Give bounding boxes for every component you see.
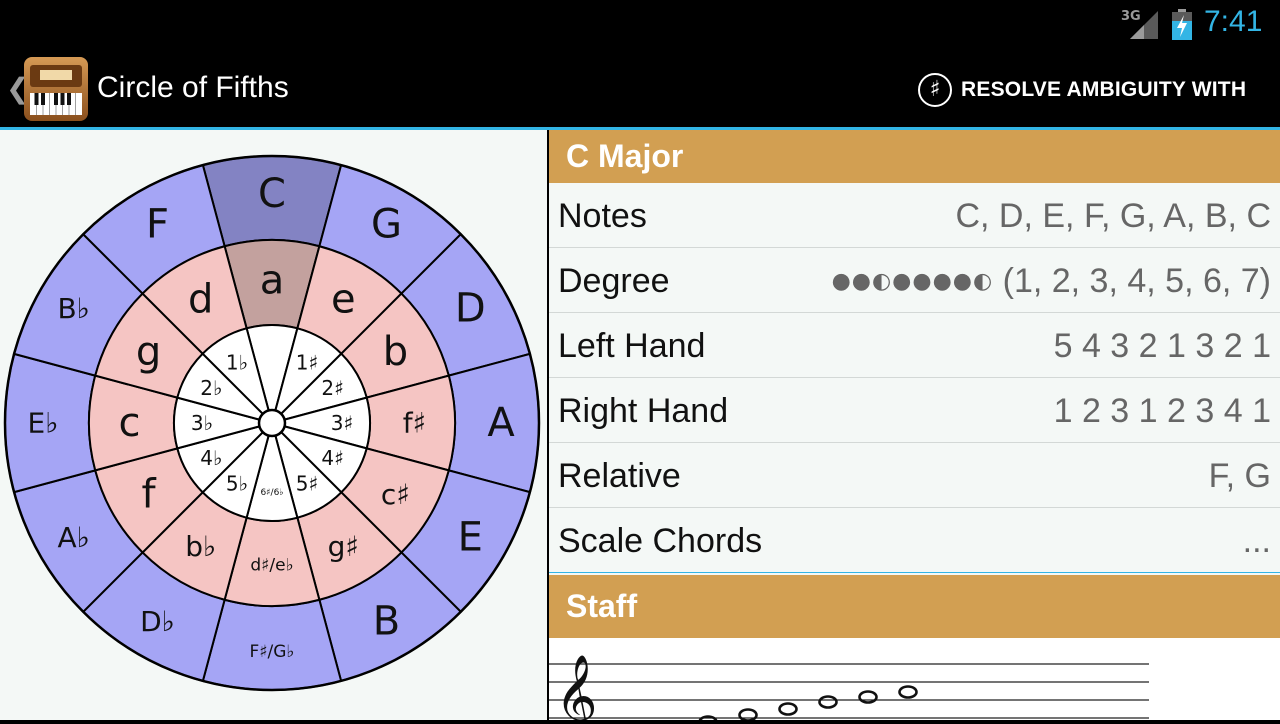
key-signature-label: 1♯	[296, 350, 318, 374]
relative-label: Relative	[558, 457, 681, 495]
staff-view: 𝄞	[549, 638, 1280, 724]
scale-chords-value: ...	[1242, 522, 1271, 560]
inner-key-label: f♯	[403, 407, 426, 440]
scale-chords-label: Scale Chords	[558, 522, 763, 560]
inner-key-label: g	[136, 329, 161, 375]
inner-key-label: c	[119, 400, 141, 446]
inner-key-label: d	[188, 277, 213, 323]
outer-key-label: F	[146, 202, 169, 248]
app-piano-icon[interactable]	[24, 57, 88, 121]
inner-key-label: b♭	[185, 530, 216, 563]
inner-key-label: d♯/e♭	[250, 556, 293, 576]
key-details-panel: C Major Notes C, D, E, F, G, A, B, C Deg…	[549, 130, 1280, 724]
signal-icon	[1130, 11, 1158, 39]
outer-key-label: D♭	[140, 605, 175, 638]
notes-value: C, D, E, F, G, A, B, C	[955, 197, 1271, 235]
left-hand-label: Left Hand	[558, 327, 706, 365]
key-signature-label: 5♭	[226, 472, 248, 496]
relative-row[interactable]: Relative F, G	[549, 443, 1280, 508]
notes-row: Notes C, D, E, F, G, A, B, C	[549, 183, 1280, 248]
outer-key-label: F♯/G♭	[250, 642, 295, 662]
degree-row: Degree ●●◐●●●●◐ (1, 2, 3, 4, 5, 6, 7)	[549, 248, 1280, 313]
outer-key-label: D	[455, 286, 486, 332]
left-hand-value: 5 4 3 2 1 3 2 1	[1053, 327, 1271, 365]
key-signature-label: 5♯	[296, 472, 318, 496]
clock: 7:41	[1204, 5, 1263, 38]
right-hand-label: Right Hand	[558, 392, 729, 430]
treble-clef-icon: 𝄞	[555, 653, 598, 720]
outer-key-label: E	[458, 515, 483, 561]
outer-key-label: B	[373, 598, 400, 644]
key-signature-label: 3♯	[331, 411, 353, 435]
key-signature-label: 3♭	[191, 411, 213, 435]
outer-key-label: G	[371, 202, 402, 248]
scale-chords-row[interactable]: Scale Chords ...	[549, 508, 1280, 573]
content-area: Ca Ge 1♯ Db 2♯ Af♯ 3♯ Ec♯ 4♯ Bg♯ 5♯ F♯/G♭ d♯/e♭ 6♯/6♭…	[0, 130, 1280, 724]
resolve-ambiguity-button[interactable]: ♯ RESOLVE AMBIGUITY WITH	[918, 70, 1246, 110]
center-hub	[257, 408, 287, 438]
outer-key-label: B♭	[57, 292, 89, 325]
degree-value: (1, 2, 3, 4, 5, 6, 7)	[1002, 262, 1271, 300]
key-signature-label: 2♯	[321, 376, 343, 400]
inner-key-label: e	[331, 277, 356, 323]
right-hand-row: Right Hand 1 2 3 1 2 3 4 1	[549, 378, 1280, 443]
left-hand-row: Left Hand 5 4 3 2 1 3 2 1	[549, 313, 1280, 378]
action-bar: ❮ Circle of Fifths ♯ RESOLVE AMBIGUITY W…	[0, 50, 1280, 130]
battery-charging-icon	[1172, 9, 1192, 40]
inner-key-label: b	[383, 329, 408, 375]
relative-value: F, G	[1208, 457, 1271, 495]
key-signature-label: 2♭	[200, 376, 222, 400]
degree-value-group: ●●◐●●●●◐ (1, 2, 3, 4, 5, 6, 7)	[832, 262, 1271, 301]
key-signature-label: 6♯/6♭	[260, 488, 283, 498]
sharp-icon: ♯	[918, 73, 952, 107]
inner-key-label: f	[142, 471, 157, 517]
staff-header: Staff	[549, 575, 1280, 638]
right-hand-value: 1 2 3 1 2 3 4 1	[1053, 392, 1271, 430]
resolve-ambiguity-label: RESOLVE AMBIGUITY WITH	[961, 78, 1247, 101]
key-signature-label: 4♯	[321, 446, 343, 470]
degree-dots: ●●◐●●●●◐	[831, 269, 994, 294]
outer-key-label: A♭	[57, 521, 89, 554]
inner-key-label: c♯	[381, 478, 410, 511]
circle-of-fifths-wheel[interactable]: Ca Ge 1♯ Db 2♯ Af♯ 3♯ Ec♯ 4♯ Bg♯ 5♯ F♯/G♭ d♯/e♭ 6♯/6♭…	[0, 130, 547, 720]
outer-key-label: C	[258, 171, 286, 217]
inner-key-label: a	[260, 258, 285, 304]
page-title: Circle of Fifths	[97, 71, 289, 104]
notes-label: Notes	[558, 197, 647, 235]
outer-key-label: E♭	[28, 407, 59, 440]
status-bar: 3G 7:41	[0, 0, 1280, 50]
key-signature-label: 1♭	[226, 350, 248, 374]
outer-key-label: A	[487, 400, 515, 446]
musical-staff: 𝄞	[549, 653, 1149, 724]
key-signature-label: 4♭	[200, 446, 222, 470]
inner-key-label: g♯	[328, 530, 359, 563]
key-header: C Major	[549, 130, 1280, 183]
degree-label: Degree	[558, 262, 670, 300]
circle-of-fifths-panel: Ca Ge 1♯ Db 2♯ Af♯ 3♯ Ec♯ 4♯ Bg♯ 5♯ F♯/G♭ d♯/e♭ 6♯/6♭…	[0, 130, 547, 720]
